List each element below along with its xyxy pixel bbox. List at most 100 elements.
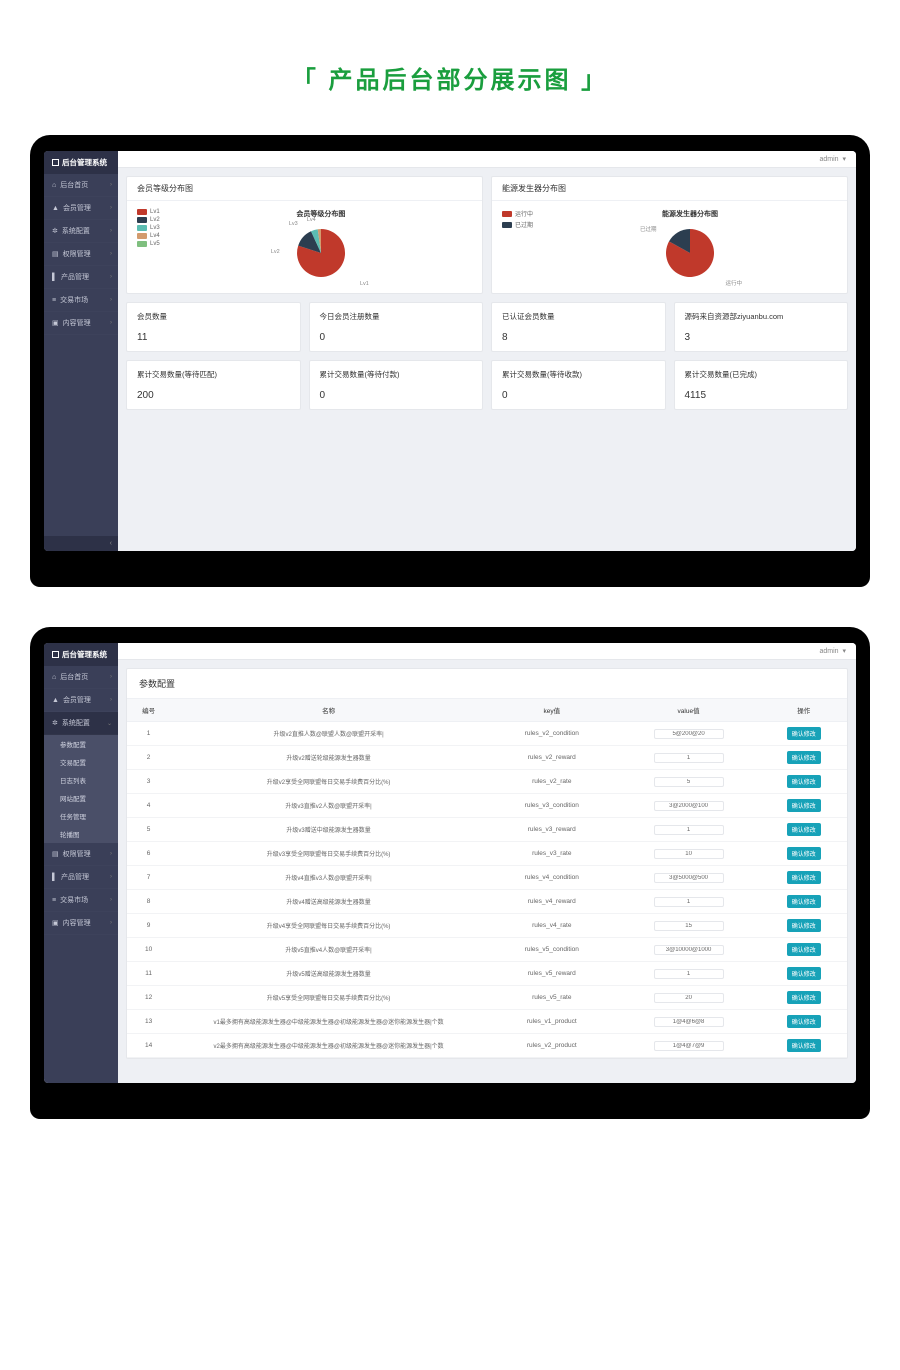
- sidebar-subitem[interactable]: 任务管理: [44, 807, 118, 825]
- chevron-right-icon: ›: [110, 897, 112, 903]
- product-icon: ▌: [52, 874, 57, 881]
- stat-label: 今日会员注册数量: [320, 311, 473, 322]
- sidebar: 后台管理系统 ⌂后台首页›▲会员管理›✲系统配置›▤权限管理›▌产品管理›≡交易…: [44, 151, 118, 551]
- stat-card: 累计交易数量(等待付款)0: [309, 360, 484, 410]
- value-input[interactable]: [654, 777, 724, 787]
- stat-card: 源码来自资源部ziyuanbu.com3: [674, 302, 849, 352]
- chevron-right-icon: ›: [110, 874, 112, 880]
- panel-generator-distribution: 能源发生器分布图 运行中已过期 能源发生器分布图: [491, 176, 848, 294]
- panel-member-distribution: 会员等级分布图 Lv1Lv2Lv3Lv4Lv5 会员等级分布图: [126, 176, 483, 294]
- stat-label: 累计交易数量(等待付款): [320, 369, 473, 380]
- user-menu[interactable]: admin ▾: [817, 156, 846, 163]
- chevron-right-icon: ›: [110, 920, 112, 926]
- topbar: admin ▾: [118, 151, 856, 168]
- sidebar-item[interactable]: ▌产品管理›: [44, 866, 118, 889]
- cell-name: v2最多拥有高级能源发生器@中级能源发生器@初级能源发生器@迷你能源发生器|个数: [170, 1034, 487, 1058]
- sidebar-item[interactable]: ⌂后台首页›: [44, 174, 118, 197]
- cell-no: 1: [127, 722, 170, 746]
- value-input[interactable]: [654, 801, 724, 811]
- chart-title: 会员等级分布图: [296, 209, 345, 219]
- sidebar-item[interactable]: ✲系统配置⌄: [44, 712, 118, 735]
- stat-label: 累计交易数量(等待匹配): [137, 369, 290, 380]
- chevron-right-icon: ›: [110, 228, 112, 234]
- value-input[interactable]: [654, 969, 724, 979]
- cell-no: 10: [127, 938, 170, 962]
- monitor-frame-1: 后台管理系统 ⌂后台首页›▲会员管理›✲系统配置›▤权限管理›▌产品管理›≡交易…: [30, 135, 870, 587]
- confirm-modify-button[interactable]: 确认修改: [787, 943, 821, 956]
- sidebar-item[interactable]: ⌂后台首页›: [44, 666, 118, 689]
- value-input[interactable]: [654, 873, 724, 883]
- sidebar-item[interactable]: ▣内容管理›: [44, 312, 118, 335]
- chevron-right-icon: ›: [110, 697, 112, 703]
- topbar: admin ▾: [118, 643, 856, 660]
- cell-name: 升级v2直推人数@联盟人数@联盟开采率|: [170, 722, 487, 746]
- sidebar-item[interactable]: ▣内容管理›: [44, 912, 118, 935]
- confirm-modify-button[interactable]: 确认修改: [787, 775, 821, 788]
- confirm-modify-button[interactable]: 确认修改: [787, 823, 821, 836]
- sidebar-subitem[interactable]: 日志列表: [44, 771, 118, 789]
- confirm-modify-button[interactable]: 确认修改: [787, 727, 821, 740]
- sidebar-item[interactable]: ≡交易市场›: [44, 889, 118, 912]
- value-input[interactable]: [654, 825, 724, 835]
- table-row: 12升级v5享受全网联盟每日交易手续费百分比(%)rules_v5_rate确认…: [127, 986, 847, 1010]
- sidebar-item[interactable]: ▌产品管理›: [44, 266, 118, 289]
- sidebar-item[interactable]: ▲会员管理›: [44, 689, 118, 712]
- value-input[interactable]: [654, 1041, 724, 1051]
- confirm-modify-button[interactable]: 确认修改: [787, 871, 821, 884]
- sidebar-item[interactable]: ≡交易市场›: [44, 289, 118, 312]
- sidebar-subitem[interactable]: 参数配置: [44, 735, 118, 753]
- sidebar-collapse[interactable]: ‹: [44, 536, 118, 551]
- sidebar-subitem[interactable]: 交易配置: [44, 753, 118, 771]
- sidebar-subitem[interactable]: 网站配置: [44, 789, 118, 807]
- pie-chart-1: Lv1 Lv2 Lv3 Lv4: [281, 223, 361, 285]
- sidebar: 后台管理系统 ⌂后台首页›▲会员管理›✲系统配置⌄参数配置交易配置日志列表网站配…: [44, 643, 118, 1083]
- value-input[interactable]: [654, 849, 724, 859]
- cell-key: rules_v3_condition: [487, 794, 617, 818]
- cell-name: 升级v2赠送轮级能源发生器数量: [170, 746, 487, 770]
- chevron-right-icon: ›: [110, 274, 112, 280]
- cell-no: 12: [127, 986, 170, 1010]
- value-input[interactable]: [654, 1017, 724, 1027]
- legend-item: 已过期: [502, 220, 533, 229]
- confirm-modify-button[interactable]: 确认修改: [787, 1015, 821, 1028]
- value-input[interactable]: [654, 945, 724, 955]
- confirm-modify-button[interactable]: 确认修改: [787, 1039, 821, 1052]
- stat-value: 4115: [685, 390, 838, 401]
- brand-icon: [52, 159, 59, 166]
- sidebar-item[interactable]: ▲会员管理›: [44, 197, 118, 220]
- th-no: 编号: [127, 699, 170, 722]
- stat-label: 源码来自资源部ziyuanbu.com: [685, 311, 838, 322]
- confirm-modify-button[interactable]: 确认修改: [787, 919, 821, 932]
- value-input[interactable]: [654, 993, 724, 1003]
- th-value: value值: [617, 699, 761, 722]
- value-input[interactable]: [654, 921, 724, 931]
- confirm-modify-button[interactable]: 确认修改: [787, 847, 821, 860]
- cell-key: rules_v4_condition: [487, 866, 617, 890]
- sidebar-item[interactable]: ▤权限管理›: [44, 843, 118, 866]
- value-input[interactable]: [654, 897, 724, 907]
- confirm-modify-button[interactable]: 确认修改: [787, 799, 821, 812]
- sidebar-item[interactable]: ✲系统配置›: [44, 220, 118, 243]
- cell-no: 4: [127, 794, 170, 818]
- legend-item: Lv3: [137, 225, 160, 231]
- user-menu[interactable]: admin ▾: [817, 648, 846, 655]
- sidebar-subitem[interactable]: 轮播图: [44, 825, 118, 843]
- sidebar-item[interactable]: ▤权限管理›: [44, 243, 118, 266]
- legend-item: Lv4: [137, 233, 160, 239]
- confirm-modify-button[interactable]: 确认修改: [787, 895, 821, 908]
- confirm-modify-button[interactable]: 确认修改: [787, 991, 821, 1004]
- value-input[interactable]: [654, 729, 724, 739]
- cell-no: 6: [127, 842, 170, 866]
- settings-icon: ✲: [52, 719, 58, 727]
- cell-name: 升级v5赠送高级能源发生器数量: [170, 962, 487, 986]
- table-row: 3升级v2享受全网联盟每日交易手续费百分比(%)rules_v2_rate确认修…: [127, 770, 847, 794]
- confirm-modify-button[interactable]: 确认修改: [787, 967, 821, 980]
- confirm-modify-button[interactable]: 确认修改: [787, 751, 821, 764]
- value-input[interactable]: [654, 753, 724, 763]
- stat-label: 累计交易数量(等待收款): [502, 369, 655, 380]
- cell-key: rules_v5_reward: [487, 962, 617, 986]
- th-op: 操作: [761, 699, 847, 722]
- users-icon: ▲: [52, 697, 59, 704]
- stat-value: 8: [502, 332, 655, 343]
- cell-key: rules_v2_reward: [487, 746, 617, 770]
